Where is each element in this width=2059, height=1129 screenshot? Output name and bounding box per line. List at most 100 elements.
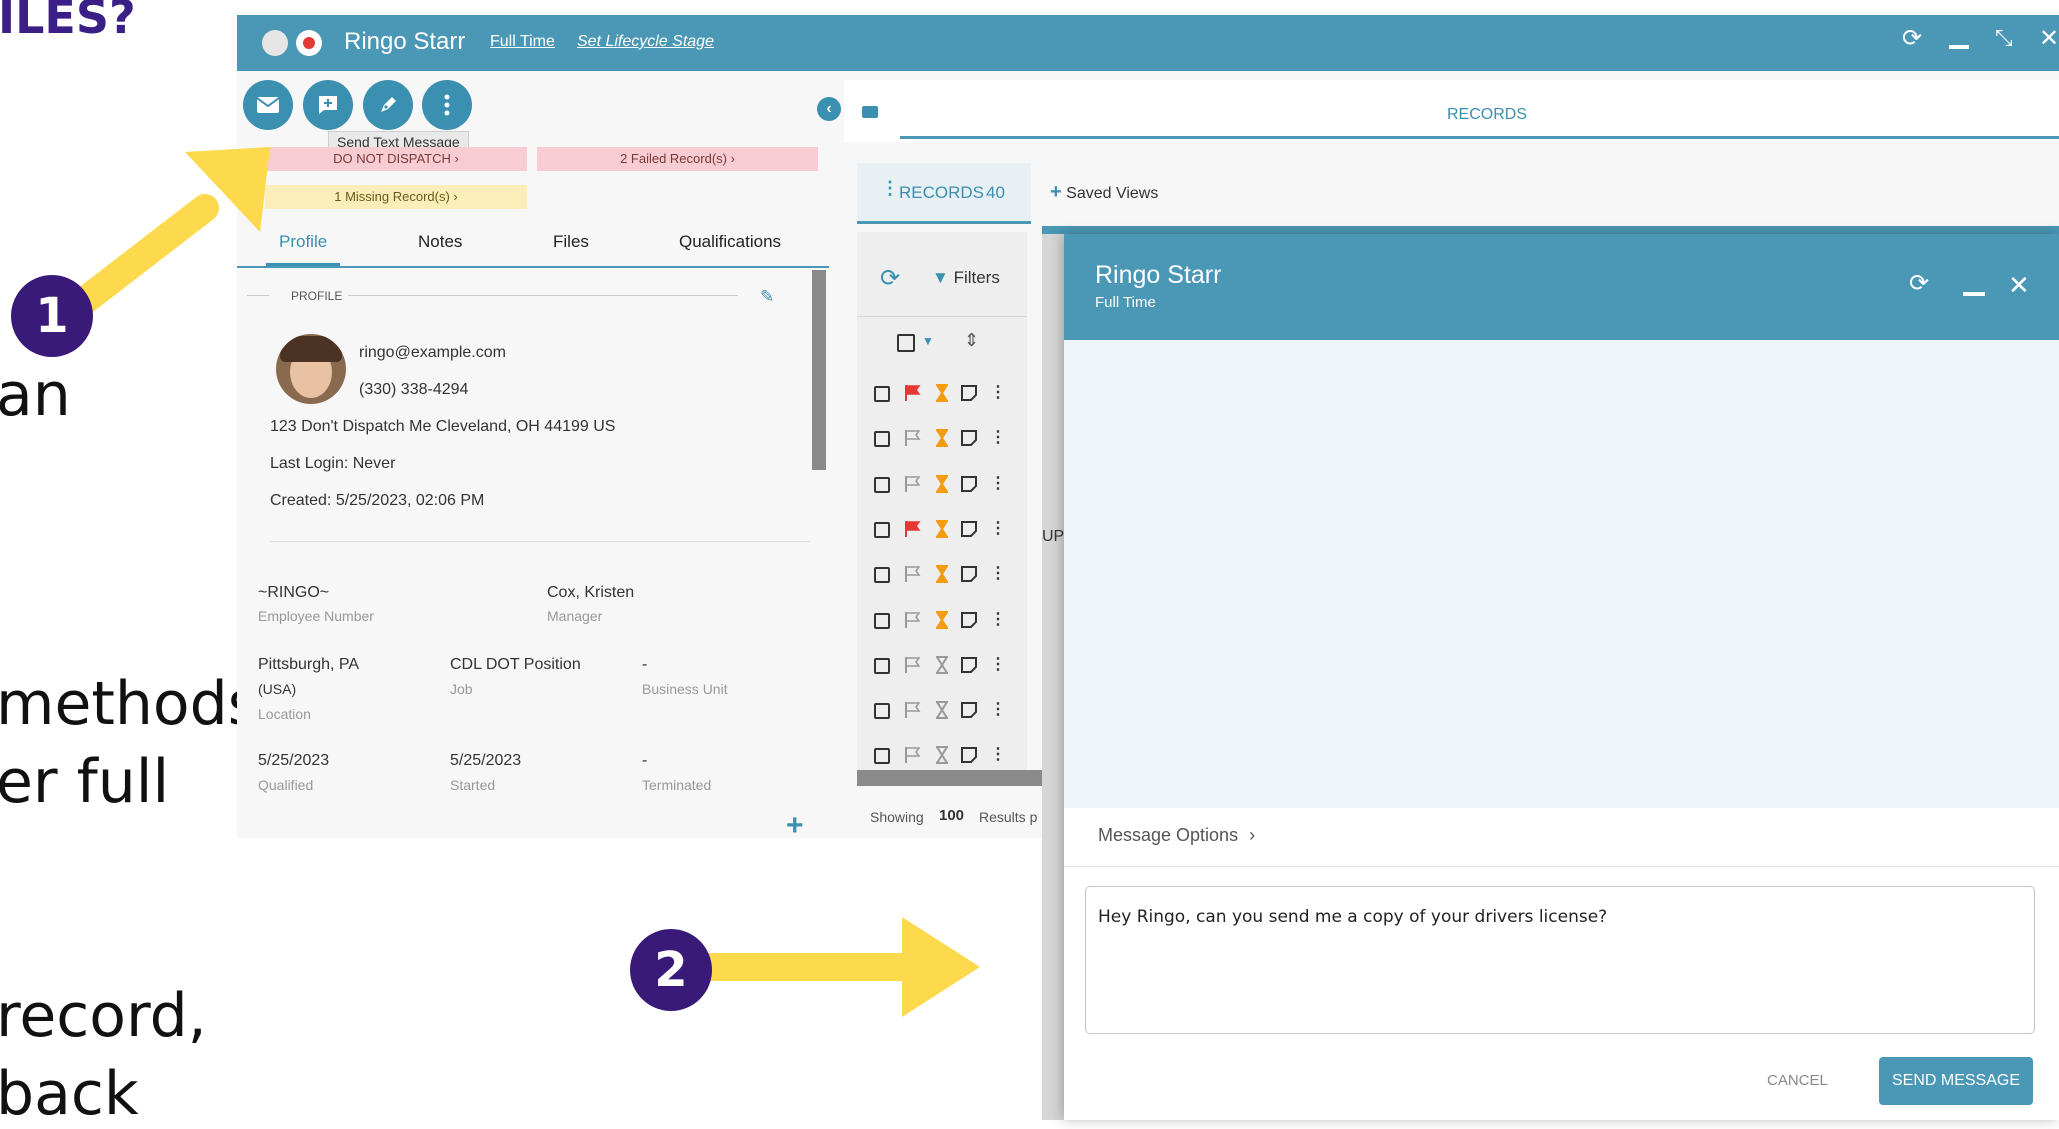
per-page-value[interactable]: 100	[939, 807, 964, 824]
row-checkbox[interactable]	[874, 431, 890, 448]
dialog-title: Ringo Starr	[1095, 261, 1222, 289]
tab-files[interactable]: Files	[553, 232, 589, 252]
avatar-toggle-icon[interactable]	[262, 30, 288, 56]
sort-icon[interactable]: ⇕	[964, 330, 979, 351]
flag-icon[interactable]	[904, 746, 922, 764]
message-input[interactable]: Hey Ringo, can you send me a copy of you…	[1085, 886, 2035, 1034]
row-menu-icon[interactable]: ⋮	[990, 518, 1006, 538]
note-icon[interactable]	[961, 656, 977, 673]
records-header[interactable]: RECORDS	[1447, 106, 1527, 124]
collapse-icon[interactable]: ⤡	[1995, 27, 2013, 49]
table-row[interactable]: ⋮	[857, 553, 1027, 598]
table-row[interactable]: ⋮	[857, 372, 1027, 417]
hourglass-icon[interactable]	[935, 655, 949, 674]
hourglass-icon[interactable]	[935, 474, 949, 493]
slide-text-line-1: an	[0, 360, 71, 430]
edit-pencil-icon[interactable]: ✎	[760, 287, 774, 307]
note-icon[interactable]	[961, 520, 977, 537]
note-icon[interactable]	[961, 475, 977, 492]
note-icon[interactable]	[961, 747, 977, 764]
dialog-refresh-icon[interactable]: ⟳	[1909, 272, 1929, 296]
do-not-dispatch-alert[interactable]: DO NOT DISPATCH ›	[265, 147, 527, 171]
hourglass-icon[interactable]	[935, 429, 949, 448]
tab-qualifications[interactable]: Qualifications	[679, 232, 781, 252]
table-row[interactable]: ⋮	[857, 463, 1027, 508]
row-checkbox[interactable]	[874, 567, 890, 584]
records-tab[interactable]: ⋮ RECORDS 40	[857, 163, 1031, 221]
hourglass-icon[interactable]	[935, 384, 949, 402]
more-actions-button[interactable]	[422, 80, 472, 130]
row-menu-icon[interactable]: ⋮	[990, 382, 1006, 402]
note-icon[interactable]	[961, 611, 977, 628]
note-icon[interactable]	[961, 702, 977, 719]
select-all-checkbox[interactable]	[897, 334, 915, 352]
row-checkbox[interactable]	[874, 703, 890, 720]
flag-icon[interactable]	[904, 611, 922, 629]
hourglass-icon[interactable]	[935, 565, 949, 584]
hourglass-icon[interactable]	[935, 519, 949, 538]
row-menu-icon[interactable]: ⋮	[990, 473, 1006, 493]
profile-phone[interactable]: (330) 338-4294	[359, 381, 468, 399]
cancel-button[interactable]: CANCEL	[1767, 1072, 1828, 1089]
table-row[interactable]: ⋮	[857, 644, 1027, 689]
flag-icon[interactable]	[904, 520, 922, 538]
flag-icon[interactable]	[904, 565, 922, 583]
row-checkbox[interactable]	[874, 386, 890, 402]
select-menu-chevron-icon[interactable]: ▼	[922, 334, 934, 348]
started-label: Started	[450, 777, 496, 793]
flag-icon[interactable]	[904, 384, 922, 402]
collapse-left-icon[interactable]: ‹	[817, 97, 841, 121]
row-checkbox[interactable]	[874, 476, 890, 493]
add-icon[interactable]: +	[786, 809, 804, 843]
flag-icon[interactable]	[904, 429, 922, 447]
saved-views-button[interactable]: + Saved Views	[1050, 181, 1158, 204]
filters-button[interactable]: ▼ Filters	[932, 268, 1000, 288]
dialog-close-icon[interactable]: ✕	[2008, 272, 2030, 298]
profile-scrollbar[interactable]	[812, 270, 826, 470]
note-icon[interactable]	[961, 430, 977, 447]
row-menu-icon[interactable]: ⋮	[990, 427, 1006, 447]
hourglass-icon[interactable]	[935, 610, 949, 629]
grid-scrollbar[interactable]	[857, 770, 1042, 786]
row-checkbox[interactable]	[874, 612, 890, 629]
flag-icon[interactable]	[904, 475, 922, 493]
profile-email[interactable]: ringo@example.com	[359, 344, 506, 362]
row-checkbox[interactable]	[874, 657, 890, 674]
refresh-icon[interactable]: ⟳	[1902, 27, 1922, 51]
tab-profile[interactable]: Profile	[279, 232, 327, 252]
hourglass-icon[interactable]	[935, 701, 949, 720]
failed-records-alert[interactable]: 2 Failed Record(s) ›	[537, 147, 818, 171]
sign-document-button[interactable]	[363, 80, 413, 130]
row-checkbox[interactable]	[874, 521, 890, 538]
minimize-icon[interactable]	[1949, 45, 1969, 49]
row-menu-icon[interactable]: ⋮	[990, 744, 1006, 764]
send-message-button[interactable]: SEND MESSAGE	[1879, 1057, 2033, 1105]
close-icon[interactable]: ✕	[2039, 27, 2059, 51]
hourglass-icon[interactable]	[935, 746, 949, 765]
missing-records-alert[interactable]: 1 Missing Record(s) ›	[265, 185, 527, 209]
email-button[interactable]	[243, 80, 293, 130]
tab-notes[interactable]: Notes	[418, 232, 462, 252]
folder-icon[interactable]	[862, 106, 878, 118]
table-row[interactable]: ⋮	[857, 417, 1027, 462]
note-icon[interactable]	[961, 566, 977, 583]
row-menu-icon[interactable]: ⋮	[990, 609, 1006, 629]
showing-label: Showing	[870, 809, 924, 825]
table-row[interactable]: ⋮	[857, 689, 1027, 734]
table-row[interactable]: ⋮	[857, 508, 1027, 553]
row-menu-icon[interactable]: ⋮	[990, 699, 1006, 719]
send-text-button[interactable]	[303, 80, 353, 130]
table-row[interactable]: ⋮	[857, 599, 1027, 644]
flag-icon[interactable]	[904, 656, 922, 674]
row-menu-icon[interactable]: ⋮	[990, 563, 1006, 583]
full-time-link[interactable]: Full Time	[490, 33, 555, 51]
dialog-minimize-icon[interactable]	[1963, 292, 1985, 296]
row-menu-icon[interactable]: ⋮	[990, 654, 1006, 674]
row-checkbox[interactable]	[874, 748, 890, 765]
set-lifecycle-link[interactable]: Set Lifecycle Stage	[577, 33, 714, 51]
grid-refresh-icon[interactable]: ⟳	[880, 264, 900, 293]
flag-icon[interactable]	[904, 701, 922, 719]
thumbs-down-icon[interactable]	[296, 30, 322, 56]
message-options-toggle[interactable]: Message Options ›	[1098, 825, 1255, 846]
note-icon[interactable]	[961, 385, 977, 401]
